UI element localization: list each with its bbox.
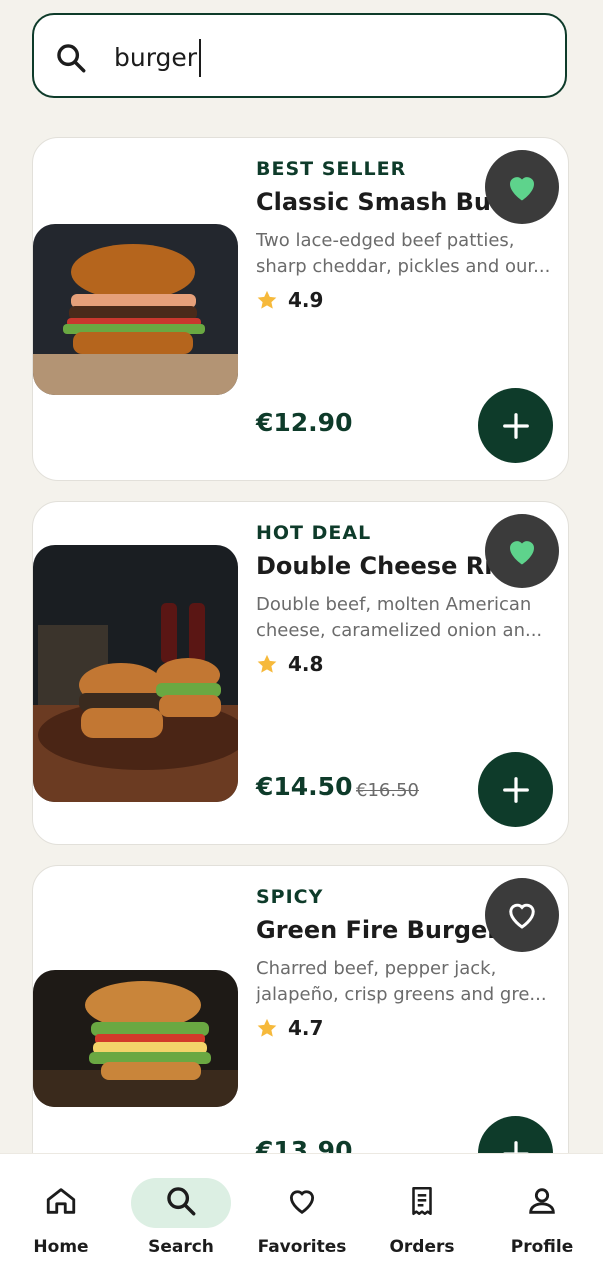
nav-label: Search — [148, 1237, 214, 1257]
nav-label: Home — [33, 1237, 89, 1257]
nav-item-orders[interactable]: Orders — [361, 1154, 481, 1281]
receipt-icon — [412, 1186, 432, 1216]
home-icon — [46, 1188, 76, 1214]
plus-icon — [502, 776, 529, 803]
nav-label: Orders — [389, 1237, 455, 1257]
heart-outline-icon — [509, 903, 535, 929]
product-tag: BEST SELLER — [256, 158, 407, 180]
nav-item-home[interactable]: Home — [0, 1154, 120, 1281]
add-to-cart-button[interactable] — [478, 752, 553, 827]
product-price: €14.50 — [256, 772, 353, 801]
star-icon — [257, 654, 277, 673]
favorite-button[interactable] — [485, 514, 559, 588]
product-description: Two lace-edged beef patties, sharp chedd… — [256, 230, 551, 277]
heart-icon — [289, 1190, 315, 1215]
heart-filled-icon — [510, 177, 534, 201]
product-tag: HOT DEAL — [256, 522, 372, 544]
product-price: €12.90 — [256, 408, 353, 437]
search-bar[interactable]: burger — [32, 13, 567, 98]
nav-item-favorites[interactable]: Favorites — [241, 1154, 361, 1281]
search-input[interactable]: burger — [114, 41, 197, 75]
favorite-button[interactable] — [485, 878, 559, 952]
product-title: Green Fire Burger — [256, 916, 500, 944]
product-photo — [33, 224, 238, 395]
user-icon — [529, 1188, 555, 1214]
product-tag: SPICY — [256, 886, 324, 908]
nav-item-search[interactable]: Search — [120, 1154, 240, 1281]
product-description: Charred beef, pepper jack, jalapeño, cri… — [256, 958, 547, 1005]
nav-label: Profile — [510, 1237, 574, 1257]
text-cursor — [199, 39, 201, 77]
nav-label: Favorites — [257, 1237, 347, 1257]
search-icon — [167, 1187, 196, 1216]
product-rating: 4.9 — [256, 288, 323, 312]
product-title: Double Cheese Riot — [256, 552, 521, 580]
nav-item-profile[interactable]: Profile — [481, 1154, 601, 1281]
bottom-navigation: Home Search Favorites Orders Profile — [0, 1153, 603, 1281]
add-to-cart-button[interactable] — [478, 388, 553, 463]
star-icon — [257, 290, 277, 309]
product-card[interactable]: BEST SELLER Classic Smash Burger Two lac… — [32, 137, 569, 481]
product-photo — [33, 545, 238, 802]
product-description: Double beef, molten American cheese, car… — [256, 594, 543, 641]
heart-filled-icon — [510, 541, 534, 565]
product-card[interactable]: HOT DEAL Double Cheese Riot Double beef,… — [32, 501, 569, 845]
search-icon — [57, 44, 86, 73]
product-photo — [33, 970, 238, 1107]
product-rating: 4.8 — [256, 652, 323, 676]
product-rating: 4.7 — [256, 1016, 323, 1040]
favorite-button[interactable] — [485, 150, 559, 224]
plus-icon — [502, 412, 529, 439]
star-icon — [257, 1018, 277, 1037]
product-old-price: €16.50 — [356, 780, 419, 801]
